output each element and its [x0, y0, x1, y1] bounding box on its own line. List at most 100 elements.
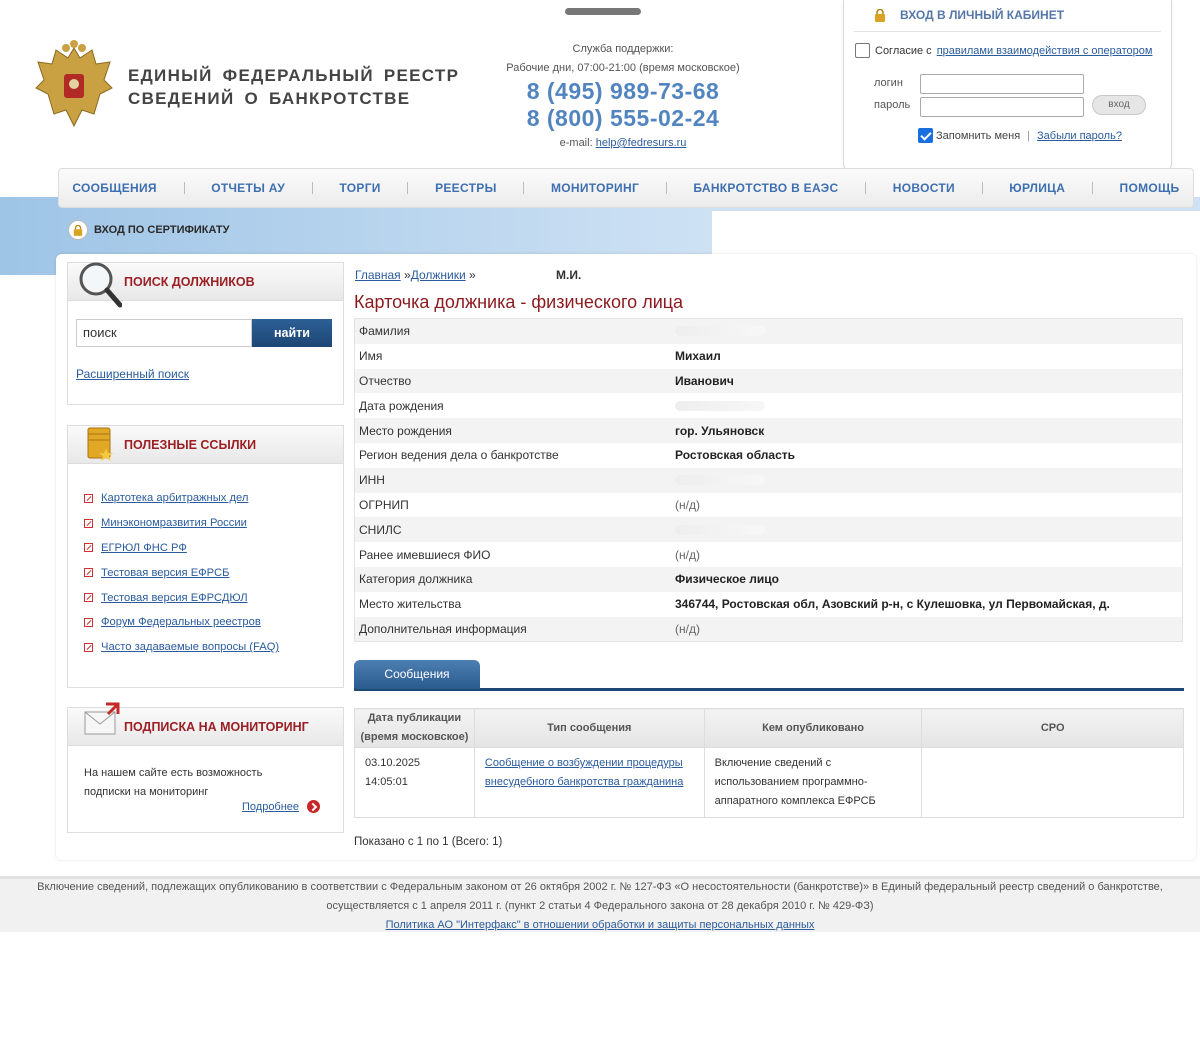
breadcrumb-home[interactable]: Главная	[355, 268, 401, 282]
field-label: Отчество	[359, 373, 412, 388]
column-header-date: Дата публикации (время московское)	[354, 708, 475, 748]
nav-help[interactable]: ПОМОЩЬ	[1120, 181, 1180, 195]
nav-divider	[523, 182, 525, 194]
residence-value: 346744, Ростовская обл, Азовский р-н, с …	[675, 597, 1110, 612]
card-row-name: Имя Михаил	[355, 344, 1182, 369]
arrow-right-icon[interactable]	[307, 800, 321, 813]
nav-reports[interactable]: ОТЧЕТЫ АУ	[211, 181, 285, 195]
card-row-ogrnip: ОГРНИП (н/д)	[355, 493, 1182, 518]
message-type-cell: Сообщение о возбуждении процедуры внесуд…	[473, 747, 705, 818]
name-value: Михаил	[675, 349, 721, 364]
link-arbitration[interactable]: Картотека арбитражных дел	[101, 492, 248, 504]
inn-value-redacted	[675, 475, 765, 486]
pagination-summary: Показано с 1 по 1 (Всего: 1)	[354, 836, 503, 848]
password-input[interactable]	[920, 97, 1084, 117]
login-button[interactable]: вход	[1092, 95, 1146, 115]
nav-monitoring[interactable]: МОНИТОРИНГ	[551, 181, 639, 195]
category-value: Физическое лицо	[675, 572, 780, 587]
remember-row: Запомнить меня | Забыли пароль?	[918, 128, 1122, 143]
nav-divider	[407, 182, 409, 194]
region-value: Ростовская область	[675, 448, 796, 463]
privacy-policy-link[interactable]: Политика АО "Интерфакс" в отношении обра…	[386, 919, 815, 931]
nav-trades[interactable]: ТОРГИ	[339, 181, 380, 195]
field-label: Место жительства	[359, 597, 462, 612]
birthdate-value-redacted	[675, 400, 765, 411]
column-header-type: Тип сообщения	[473, 708, 705, 748]
column-header-publisher: Кем опубликовано	[703, 708, 923, 748]
breadcrumb-debtors[interactable]: Должники	[411, 268, 466, 282]
patronymic-value: Иванович	[675, 373, 734, 388]
login-divider	[854, 31, 1161, 32]
field-label: Регион ведения дела о банкротстве	[359, 448, 559, 463]
cert-login-label: ВХОД ПО СЕРТИФИКАТУ	[94, 224, 230, 236]
cert-login[interactable]: ВХОД ПО СЕРТИФИКАТУ	[68, 220, 229, 240]
list-item: Форум Федеральных реестров	[84, 610, 279, 635]
monitoring-header: ПОДПИСКА НА МОНИТОРИНГ	[68, 702, 343, 746]
lock-icon	[68, 220, 88, 240]
breadcrumb-sep: »	[465, 268, 476, 282]
card-row-surname: Фамилия	[355, 319, 1182, 344]
card-row-category: Категория должника Физическое лицо	[355, 566, 1182, 592]
agree-checkbox[interactable]	[855, 43, 870, 58]
support-phone-2[interactable]: 8 (800) 555-02-24	[480, 105, 766, 132]
nav-divider	[183, 182, 185, 194]
page: ЕДИНЫЙ ФЕДЕРАЛЬНЫЙ РЕЕСТР СВЕДЕНИЙ О БАН…	[0, 0, 1200, 1064]
nav-eaeu[interactable]: БАНКРОТСТВО В ЕАЭС	[693, 181, 838, 195]
monitoring-box: ПОДПИСКА НА МОНИТОРИНГ На нашем сайте ес…	[67, 702, 344, 833]
envelope-icon	[84, 702, 120, 735]
forgot-password-link[interactable]: Забыли пароль?	[1037, 130, 1122, 142]
notch	[565, 8, 641, 15]
agree-rules-link[interactable]: правилами взаимодействия с оператором	[937, 45, 1153, 57]
search-box: ПОИСК ДОЛЖНИКОВ поиск найти Расширенный …	[67, 262, 344, 405]
useful-links-header: ПОЛЕЗНЫЕ ССЫЛКИ	[68, 426, 343, 464]
nav-registries[interactable]: РЕЕСТРЫ	[435, 181, 497, 195]
field-label: ОГРНИП	[359, 497, 409, 512]
card-row-birthplace: Место рождения гор. Ульяновск	[355, 418, 1182, 443]
login-input[interactable]	[920, 74, 1084, 94]
search-input[interactable]: поиск	[76, 319, 252, 347]
email-link[interactable]: help@fedresurs.ru	[596, 137, 687, 149]
tab-messages[interactable]: Сообщения	[354, 660, 480, 689]
external-link-icon	[84, 543, 93, 553]
coat-of-arms-logo[interactable]	[34, 40, 114, 132]
card-row-former-names: Ранее имевшиеся ФИО (н/д)	[355, 542, 1182, 567]
external-link-icon	[84, 617, 93, 627]
breadcrumb-sep: »	[400, 268, 411, 282]
search-button[interactable]: найти	[252, 319, 332, 347]
nav-divider	[865, 182, 867, 194]
column-header-sro: СРО	[921, 708, 1184, 748]
nav-messages[interactable]: СООБЩЕНИЯ	[72, 181, 157, 195]
search-box-title: ПОИСК ДОЛЖНИКОВ	[124, 275, 255, 289]
support-block: Служба поддержки: Рабочие дни, 07:00-21:…	[480, 40, 766, 153]
nav-divider	[665, 182, 667, 194]
list-item: Тестовая версия ЕФРСБ	[84, 560, 279, 585]
breadcrumb-current: М.И.	[556, 268, 582, 282]
login-box: ВХОД В ЛИЧНЫЙ КАБИНЕТ Согласие с правила…	[843, 0, 1172, 173]
email-label: e-mail:	[559, 137, 593, 149]
message-date: 03.10.2025 14:05:01	[354, 747, 475, 818]
notebook-icon	[87, 427, 113, 461]
magnifier-icon	[79, 262, 122, 308]
link-test-efrsb[interactable]: Тестовая версия ЕФРСБ	[101, 567, 229, 579]
field-label: ИНН	[359, 473, 385, 488]
link-ministry[interactable]: Минэкономразвития России	[101, 517, 247, 529]
footer-line-1: Включение сведений, подлежащих опубликов…	[37, 881, 1163, 893]
support-phone-1[interactable]: 8 (495) 989-73-68	[480, 78, 766, 105]
site-title-line1: ЕДИНЫЙ ФЕДЕРАЛЬНЫЙ РЕЕСТР	[128, 66, 460, 85]
nav-companies[interactable]: ЮРЛИЦА	[1009, 181, 1065, 195]
link-egrul[interactable]: ЕГРЮЛ ФНС РФ	[101, 542, 187, 554]
link-faq[interactable]: Часто задаваемые вопросы (FAQ)	[101, 641, 279, 653]
advanced-search-link[interactable]: Расширенный поиск	[76, 367, 189, 381]
login-title-text[interactable]: ВХОД В ЛИЧНЫЙ КАБИНЕТ	[900, 8, 1064, 22]
monitoring-more-link[interactable]: Подробнее	[242, 801, 299, 813]
field-label: Дата рождения	[359, 398, 444, 413]
message-type-link[interactable]: Сообщение о возбуждении процедуры внесуд…	[485, 757, 683, 788]
remember-checkbox[interactable]	[918, 128, 933, 143]
login-label: логин	[874, 77, 903, 89]
nav-news[interactable]: НОВОСТИ	[893, 181, 955, 195]
link-test-efrsdul[interactable]: Тестовая версия ЕФРСДЮЛ	[101, 592, 248, 604]
message-sro	[921, 747, 1184, 818]
link-forum[interactable]: Форум Федеральных реестров	[101, 616, 261, 628]
field-label: Место рождения	[359, 423, 452, 438]
tab-bar: Сообщения	[354, 660, 1184, 691]
